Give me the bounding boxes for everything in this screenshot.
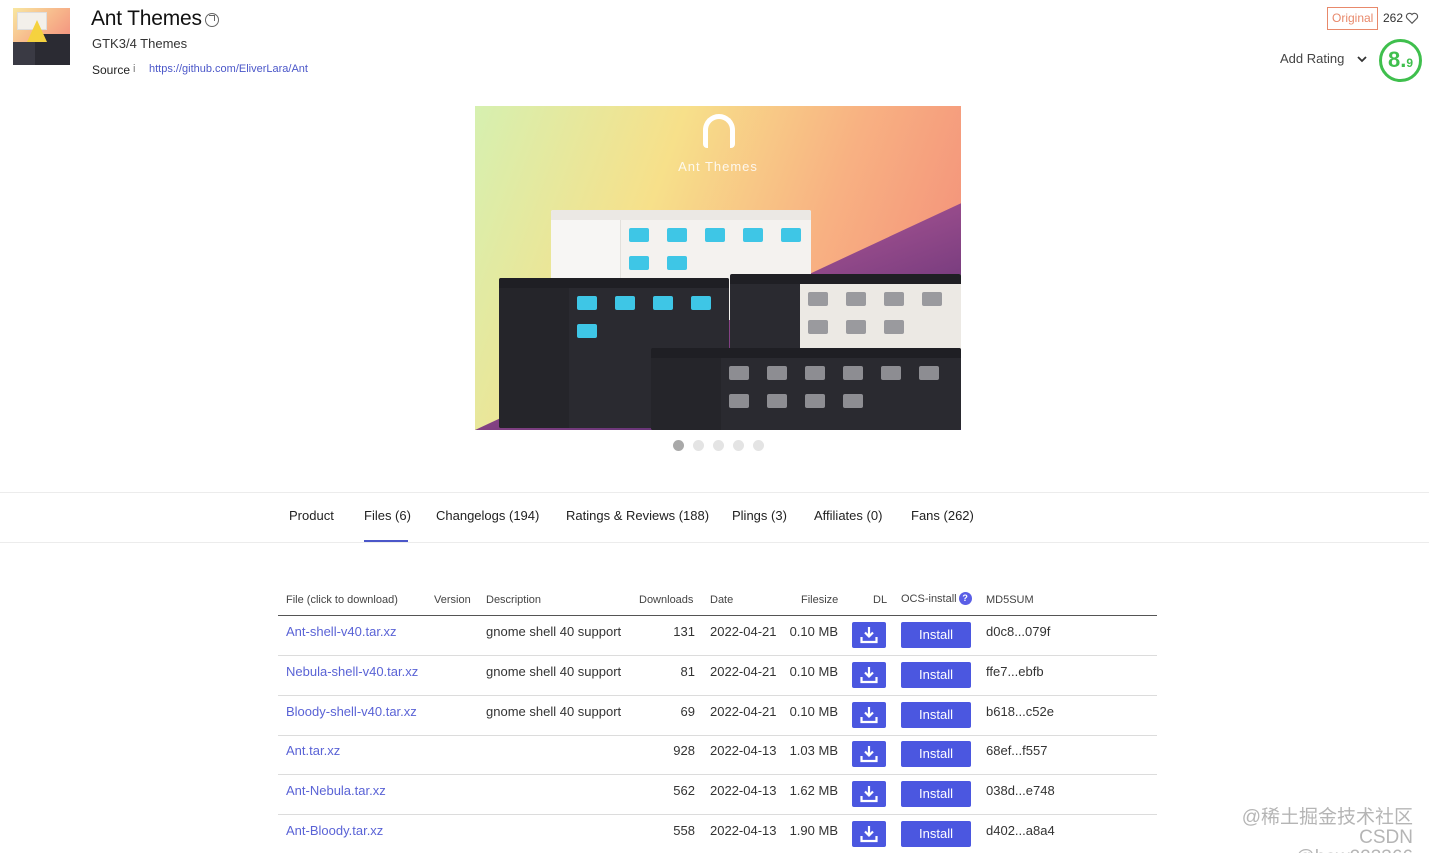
table-row-divider: [278, 655, 1157, 656]
tab-fans[interactable]: Fans (262): [911, 508, 974, 523]
install-button[interactable]: Install: [901, 662, 971, 688]
file-md5sum: 038d...e748: [986, 783, 1055, 798]
tabs-divider-bottom: [0, 542, 1429, 543]
watermark: @稀土掘金技术社区 CSDN @how223366: [1241, 807, 1413, 853]
file-download-link[interactable]: Ant-Nebula.tar.xz: [286, 783, 386, 798]
help-icon[interactable]: ?: [958, 592, 972, 605]
file-md5sum: ffe7...ebfb: [986, 664, 1044, 679]
file-size: 0.10 MB: [789, 664, 838, 679]
file-description: gnome shell 40 support: [486, 664, 622, 679]
file-size: 1.03 MB: [789, 743, 838, 758]
col-header-file[interactable]: File (click to download): [286, 594, 398, 606]
col-header-ocs-install: OCS-install?: [901, 592, 972, 605]
file-date: 2022-04-21: [710, 664, 777, 679]
download-icon: [860, 667, 878, 684]
product-thumbnail[interactable]: [13, 8, 70, 65]
file-download-link[interactable]: Bloody-shell-v40.tar.xz: [286, 704, 417, 719]
download-icon: [860, 707, 878, 724]
install-button[interactable]: Install: [901, 702, 971, 728]
tab-changelogs[interactable]: Changelogs (194): [436, 508, 539, 523]
download-icon: [860, 746, 878, 763]
tab-product[interactable]: Product: [289, 508, 334, 523]
external-link-icon[interactable]: [205, 13, 219, 27]
source-link[interactable]: https://github.com/EliverLara/Ant: [149, 63, 308, 75]
download-icon: [860, 786, 878, 803]
download-button[interactable]: [852, 622, 886, 648]
carousel-dot[interactable]: [733, 440, 744, 451]
download-button[interactable]: [852, 781, 886, 807]
file-downloads: 69: [680, 704, 695, 719]
file-description: gnome shell 40 support: [486, 704, 622, 719]
original-badge: Original: [1327, 7, 1379, 30]
download-button[interactable]: [852, 821, 886, 847]
file-description: gnome shell 40 support: [486, 624, 622, 639]
source-label: Source: [92, 63, 131, 77]
file-md5sum: 68ef...f557: [986, 743, 1048, 758]
tab-affiliates[interactable]: Affiliates (0): [814, 508, 882, 523]
tab-ratings-reviews[interactable]: Ratings & Reviews (188): [566, 508, 709, 523]
file-downloads: 928: [673, 743, 695, 758]
chevron-down-icon[interactable]: [1356, 53, 1368, 65]
screenshot-carousel-image[interactable]: Ant Themes: [475, 106, 961, 430]
col-header-downloads[interactable]: Downloads: [639, 594, 693, 606]
table-row-divider: [278, 735, 1157, 736]
file-download-link[interactable]: Ant-Bloody.tar.xz: [286, 823, 383, 838]
install-button[interactable]: Install: [901, 741, 971, 767]
carousel-dot[interactable]: [713, 440, 724, 451]
category-label[interactable]: GTK3/4 Themes: [92, 36, 187, 51]
col-header-date[interactable]: Date: [710, 594, 733, 606]
file-downloads: 562: [673, 783, 695, 798]
install-button[interactable]: Install: [901, 821, 971, 847]
col-header-version[interactable]: Version: [434, 594, 471, 606]
file-size: 1.90 MB: [789, 823, 838, 838]
download-button[interactable]: [852, 741, 886, 767]
carousel-dot[interactable]: [753, 440, 764, 451]
page-title: Ant Themes: [91, 7, 202, 30]
col-header-md5sum: MD5SUM: [986, 594, 1034, 606]
table-row-divider: [278, 814, 1157, 815]
carousel-dot[interactable]: [673, 440, 684, 451]
rating-score: 8.9: [1379, 39, 1422, 82]
carousel-indicators: [673, 440, 764, 451]
file-download-link[interactable]: Ant-shell-v40.tar.xz: [286, 624, 397, 639]
tabs-divider-top: [0, 492, 1429, 493]
table-row-divider: [278, 774, 1157, 775]
file-date: 2022-04-21: [710, 704, 777, 719]
file-md5sum: d402...a8a4: [986, 823, 1055, 838]
file-download-link[interactable]: Nebula-shell-v40.tar.xz: [286, 664, 418, 679]
install-button[interactable]: Install: [901, 781, 971, 807]
file-md5sum: b618...c52e: [986, 704, 1054, 719]
likes-count: 262: [1383, 11, 1404, 25]
hero-logo-text: Ant Themes: [678, 159, 758, 174]
download-icon: [860, 826, 878, 843]
table-row-divider: [278, 695, 1157, 696]
download-button[interactable]: [852, 702, 886, 728]
file-md5sum: d0c8...079f: [986, 624, 1051, 639]
tab-plings[interactable]: Plings (3): [732, 508, 787, 523]
col-header-filesize[interactable]: Filesize: [801, 594, 838, 606]
file-size: 0.10 MB: [789, 704, 838, 719]
file-size: 1.62 MB: [789, 783, 838, 798]
download-icon: [860, 627, 878, 644]
download-button[interactable]: [852, 662, 886, 688]
add-rating-dropdown[interactable]: Add Rating: [1280, 51, 1344, 66]
file-size: 0.10 MB: [789, 624, 838, 639]
file-date: 2022-04-13: [710, 823, 777, 838]
file-downloads: 81: [680, 664, 695, 679]
col-header-dl: DL: [873, 594, 888, 606]
file-date: 2022-04-13: [710, 783, 777, 798]
ant-logo-icon: [703, 114, 735, 148]
file-download-link[interactable]: Ant.tar.xz: [286, 743, 340, 758]
file-downloads: 131: [673, 624, 695, 639]
heart-icon[interactable]: [1405, 11, 1419, 25]
file-date: 2022-04-13: [710, 743, 777, 758]
file-date: 2022-04-21: [710, 624, 777, 639]
tab-files[interactable]: Files (6): [364, 508, 411, 523]
info-icon[interactable]: i: [133, 63, 135, 75]
table-header-divider: [278, 615, 1157, 616]
carousel-dot[interactable]: [693, 440, 704, 451]
file-downloads: 558: [673, 823, 695, 838]
col-header-description[interactable]: Description: [486, 594, 541, 606]
install-button[interactable]: Install: [901, 622, 971, 648]
